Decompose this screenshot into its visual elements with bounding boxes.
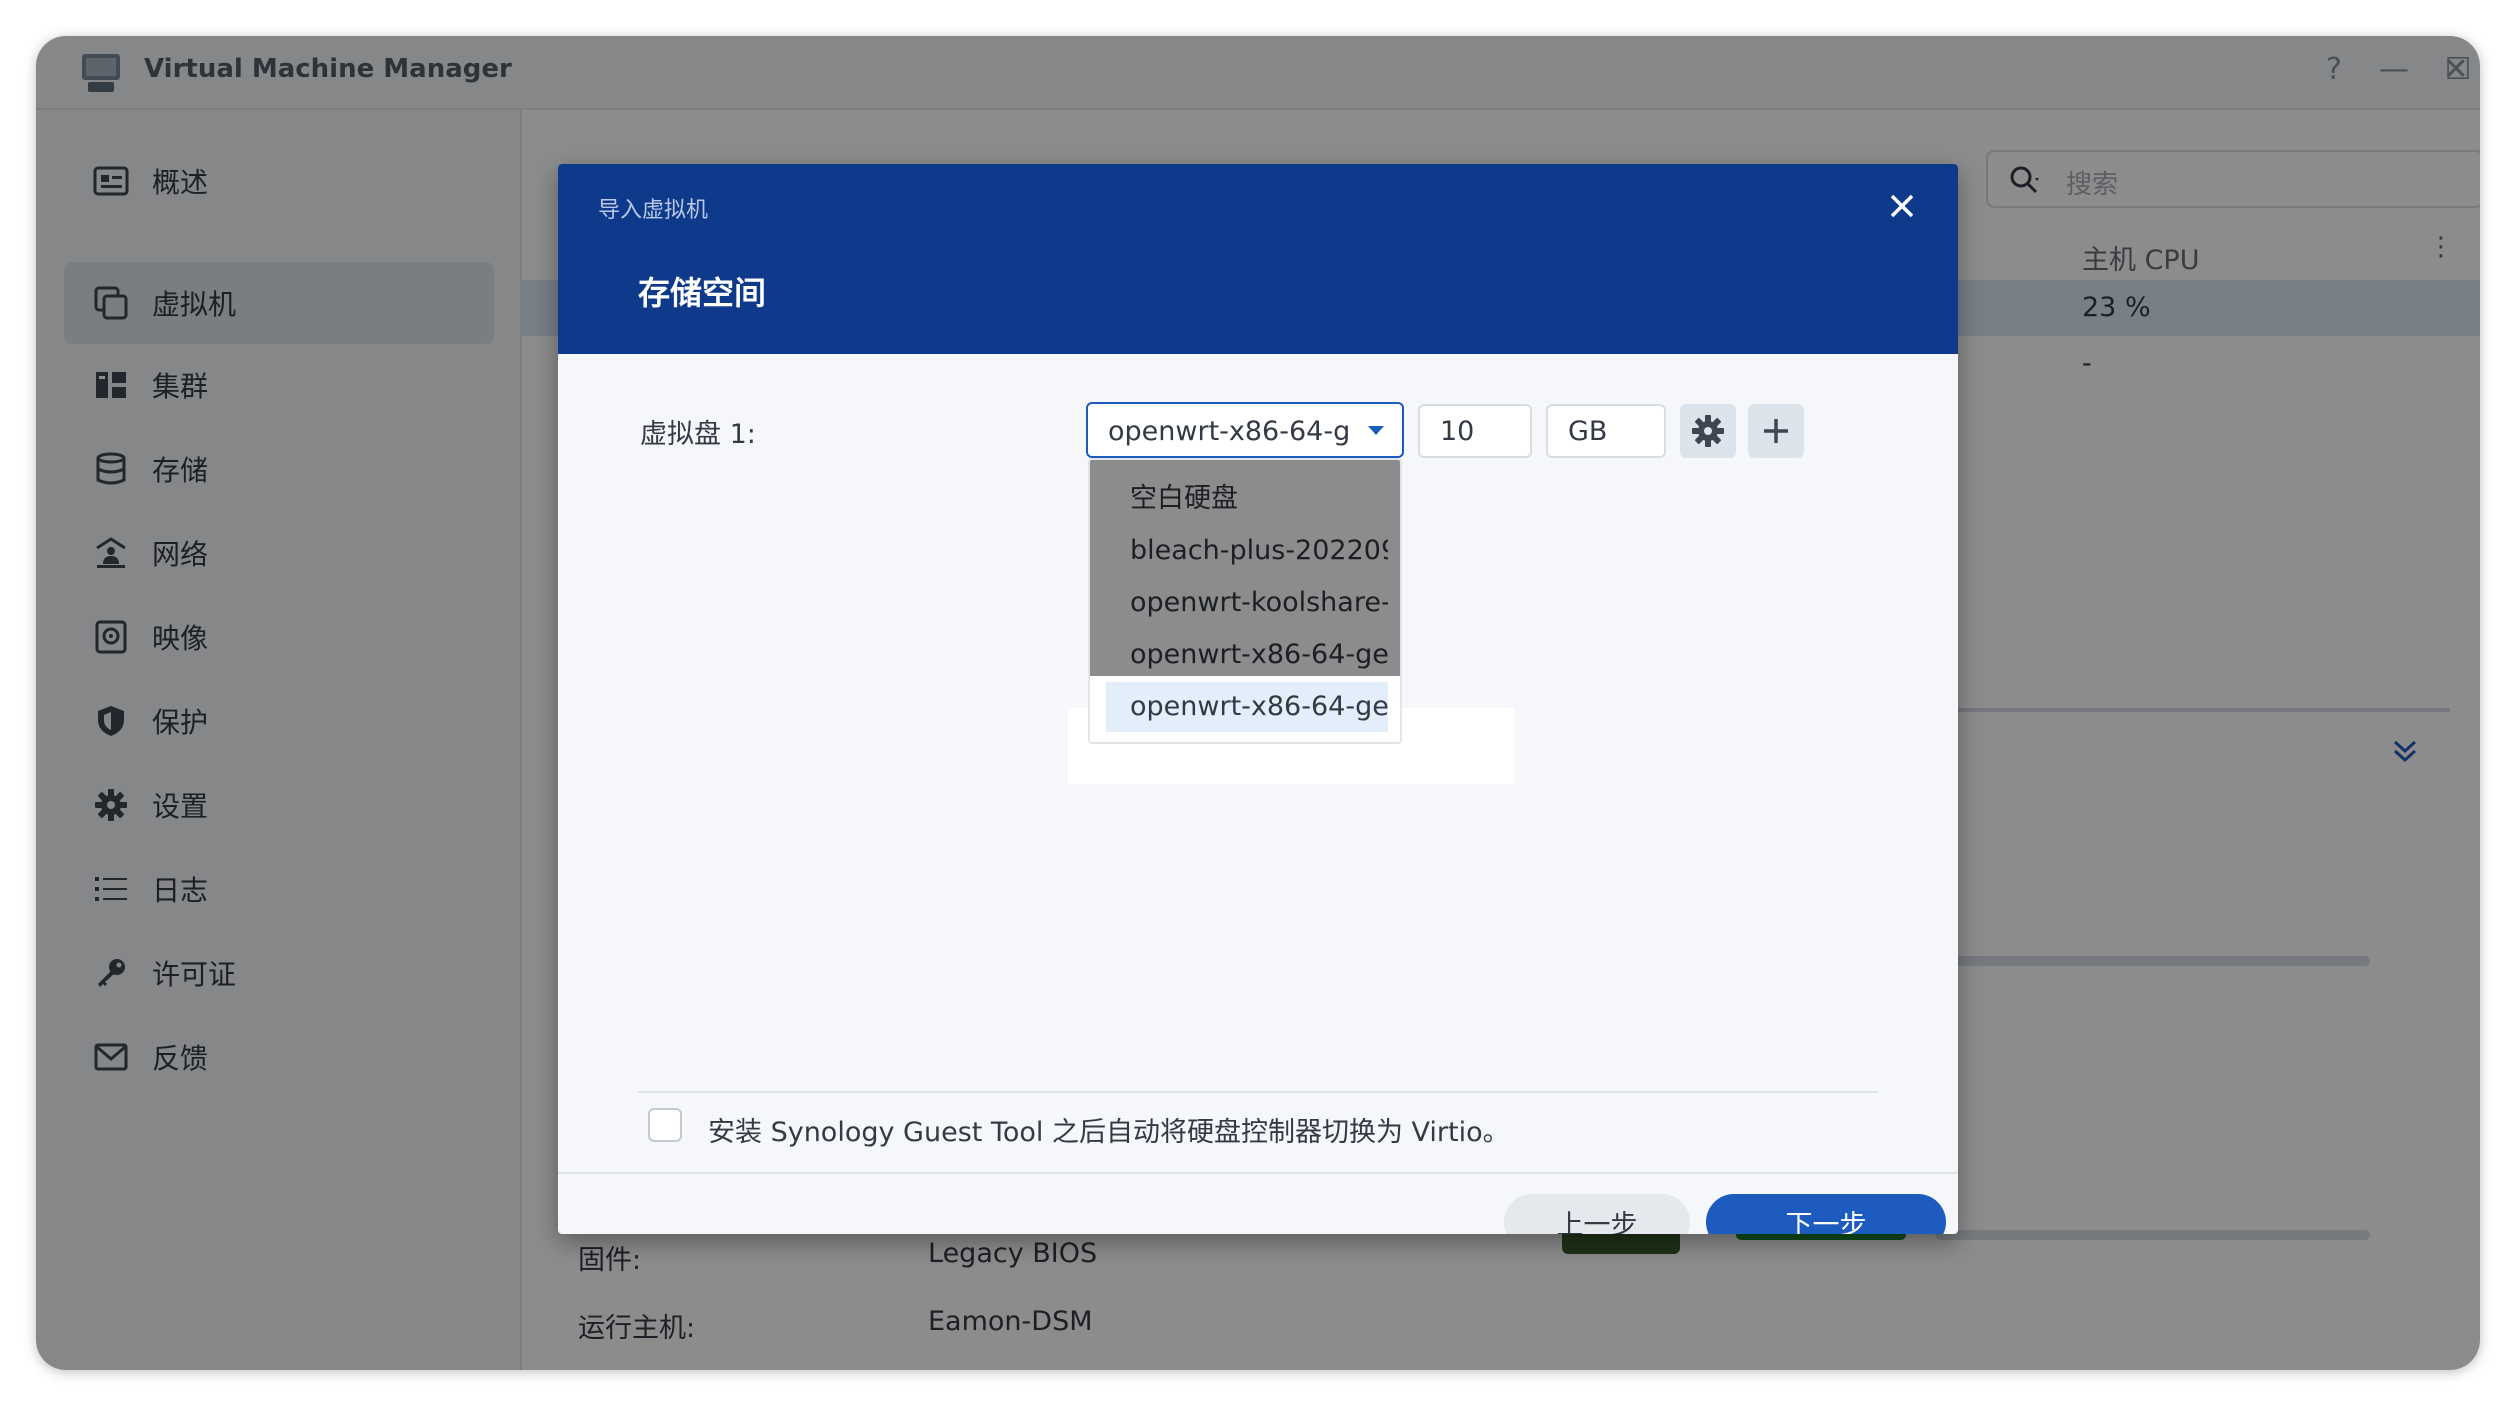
add-disk-button[interactable] bbox=[1748, 404, 1804, 458]
plus-icon bbox=[1764, 419, 1788, 443]
dialog-subtitle: 导入虚拟机 bbox=[598, 198, 709, 223]
virtio-checkbox[interactable] bbox=[648, 1108, 682, 1142]
virtio-checkbox-label: 安装 Synology Guest Tool 之后自动将硬盘控制器切换为 Vir… bbox=[708, 1117, 1510, 1148]
dialog-header: 导入虚拟机 存储空间 bbox=[558, 164, 1958, 354]
disk-size-input[interactable]: 10 bbox=[1418, 404, 1532, 458]
app-window: Virtual Machine Manager ? — ☐ ✕ 概述 虚拟机 集… bbox=[36, 36, 2480, 1370]
dropdown-option-highlighted[interactable]: openwrt-x86-64-ger bbox=[1106, 682, 1388, 732]
disk-settings-button[interactable] bbox=[1680, 404, 1736, 458]
previous-button[interactable]: 上一步 bbox=[1504, 1194, 1690, 1234]
dropdown-dim bbox=[1090, 460, 1400, 676]
disk-image-dropdown: 空白硬盘 bleach-plus-202209 openwrt-koolshar… bbox=[1088, 458, 1402, 744]
footer-divider bbox=[558, 1172, 1958, 1174]
virtual-disk-label: 虚拟盘 1: bbox=[640, 419, 756, 450]
content-divider bbox=[638, 1091, 1878, 1093]
disk-image-selected: openwrt-x86-64-g bbox=[1108, 416, 1351, 447]
disk-unit-select[interactable]: GB bbox=[1546, 404, 1666, 458]
gear-icon bbox=[1692, 415, 1724, 447]
next-button[interactable]: 下一步 bbox=[1706, 1194, 1946, 1234]
disk-image-select[interactable]: openwrt-x86-64-g bbox=[1086, 402, 1404, 458]
dialog-title: 存储空间 bbox=[638, 274, 767, 312]
chevron-down-icon bbox=[1368, 426, 1384, 435]
close-icon[interactable] bbox=[1882, 186, 1922, 226]
